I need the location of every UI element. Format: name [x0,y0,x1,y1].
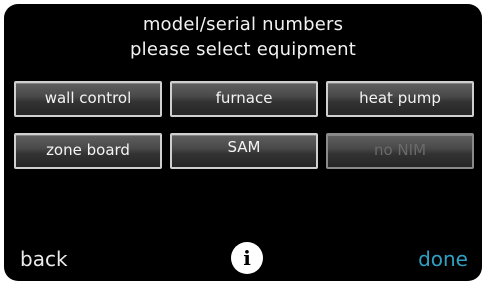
furnace-button[interactable]: furnace [170,81,318,117]
heat-pump-button[interactable]: heat pump [326,81,474,117]
back-button[interactable]: back [20,247,68,271]
equipment-select-screen: model/serial numbers please select equip… [4,4,482,281]
page-title: model/serial numbers [142,14,344,35]
done-button[interactable]: done [418,247,468,271]
no-nim-button: no NIM [326,133,474,169]
sam-button[interactable]: SAM [170,133,318,169]
info-icon[interactable]: i [231,242,263,274]
page-subtitle: please select equipment [130,39,356,60]
zone-board-button[interactable]: zone board [14,133,162,169]
wall-control-button[interactable]: wall control [14,81,162,117]
